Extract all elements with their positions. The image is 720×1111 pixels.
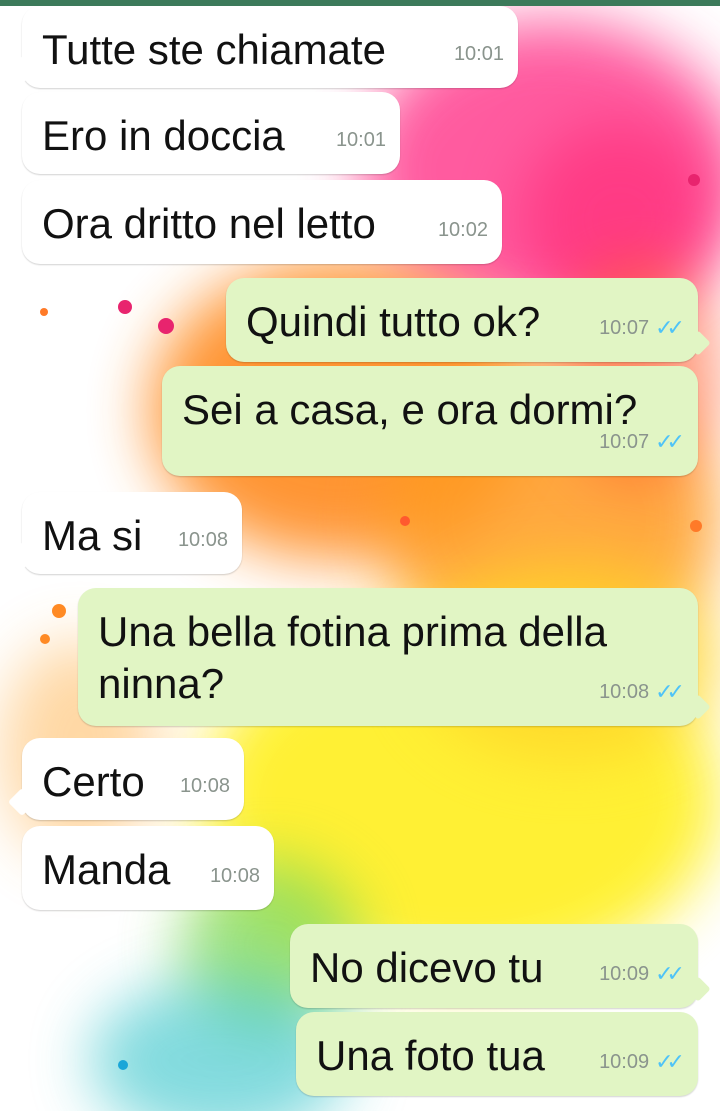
message-time: 10:09 [599,1051,650,1073]
message-time: 10:01 [335,129,386,151]
message-time: 10:08 [599,681,650,703]
message-bubble-incoming[interactable]: Ma si 10:08 [22,492,242,574]
message-bubble-outgoing[interactable]: Quindi tutto ok? 10:07 ✓✓ [226,278,698,362]
message-bubble-incoming[interactable]: Manda 10:08 [22,826,274,910]
message-time: 10:09 [599,963,650,985]
message-bubble-incoming[interactable]: Certo 10:08 [22,738,244,820]
message-meta: 10:08 ✓✓ [599,666,685,718]
message-time: 10:01 [453,43,504,65]
message-meta: 10:08 [210,850,260,902]
message-bubble-incoming[interactable]: Ero in doccia 10:01 [22,92,400,174]
message-bubble-incoming[interactable]: Ora dritto nel letto 10:02 [22,180,502,264]
message-time: 10:08 [179,775,230,797]
message-meta: 10:09 ✓✓ [599,1036,685,1088]
message-bubble-outgoing[interactable]: No dicevo tu 10:09 ✓✓ [290,924,698,1008]
message-meta: 10:07 ✓✓ [599,302,685,354]
message-bubble-outgoing[interactable]: Una foto tua 10:09 ✓✓ [296,1012,698,1096]
message-meta: 10:01 [336,114,386,166]
message-bubble-outgoing[interactable]: Una bella fotina prima della ninna? 10:0… [78,588,698,726]
message-text: Ero in doccia [42,112,285,159]
message-time: 10:07 [599,431,650,453]
message-time: 10:08 [177,529,228,551]
message-text: Una bella fotina prima della ninna? [98,608,607,707]
double-check-icon: ✓✓ [655,679,685,704]
double-check-icon: ✓✓ [655,315,685,340]
message-bubble-outgoing[interactable]: Sei a casa, e ora dormi? 10:07 ✓✓ [162,366,698,476]
message-time: 10:08 [209,865,260,887]
message-meta: 10:08 [178,514,228,566]
message-meta: 10:09 ✓✓ [599,948,685,1000]
message-bubble-incoming[interactable]: Tutte ste chiamate 10:01 [22,6,518,88]
message-text: Ora dritto nel letto [42,200,376,247]
message-time: 10:02 [437,219,488,241]
message-meta: 10:08 [180,760,230,812]
double-check-icon: ✓✓ [655,429,685,454]
message-list[interactable]: Tutte ste chiamate 10:01 Ero in doccia 1… [0,0,720,1111]
message-time: 10:07 [599,317,650,339]
message-meta: 10:01 [454,28,504,80]
double-check-icon: ✓✓ [655,961,685,986]
double-check-icon: ✓✓ [655,1049,685,1074]
message-text: Tutte ste chiamate [42,26,386,73]
message-meta: 10:02 [438,204,488,256]
message-meta: 10:07 ✓✓ [599,416,685,468]
